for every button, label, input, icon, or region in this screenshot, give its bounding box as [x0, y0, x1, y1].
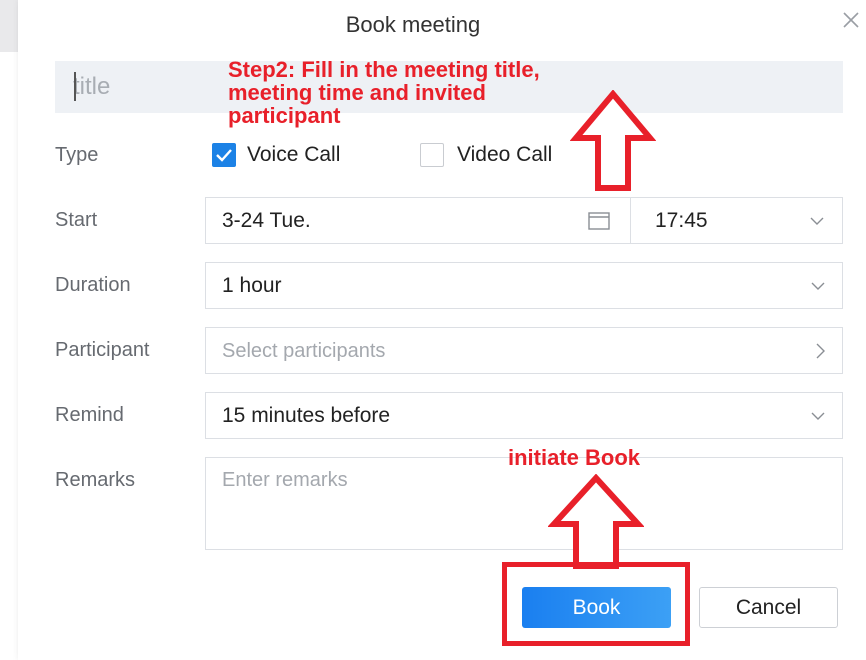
video-call-checkbox[interactable] — [420, 143, 444, 167]
start-date-field[interactable]: 3-24 Tue. — [205, 197, 631, 244]
step2-annotation-line2: meeting time and invited — [228, 80, 486, 105]
participant-placeholder: Select participants — [222, 340, 386, 362]
arrow-up-icon — [570, 90, 656, 191]
voice-call-label[interactable]: Voice Call — [247, 143, 340, 167]
close-icon — [843, 12, 859, 28]
check-icon — [216, 149, 232, 162]
step2-annotation-line1: Step2: Fill in the meeting title, — [228, 57, 540, 82]
start-time-value: 17:45 — [655, 209, 708, 232]
remarks-placeholder: Enter remarks — [222, 469, 348, 491]
participant-label: Participant — [55, 339, 150, 361]
duration-value: 1 hour — [222, 274, 282, 297]
remarks-textarea[interactable]: Enter remarks — [205, 457, 843, 550]
voice-call-checkbox[interactable] — [212, 143, 236, 167]
remind-select[interactable]: 15 minutes before — [205, 392, 843, 439]
type-label: Type — [55, 144, 99, 166]
duration-select[interactable]: 1 hour — [205, 262, 843, 309]
chevron-down-icon — [811, 412, 825, 420]
initiate-book-annotation: initiate Book — [508, 445, 641, 470]
book-button[interactable]: Book — [522, 587, 671, 628]
step2-annotation-line3: participant — [228, 103, 341, 128]
remind-label: Remind — [55, 404, 124, 426]
page: Book meeting Type Voice Call Video Call … — [0, 0, 866, 660]
chevron-down-icon — [811, 282, 825, 290]
remarks-label: Remarks — [55, 469, 136, 491]
text-caret — [74, 72, 76, 101]
start-date-value: 3-24 Tue. — [222, 209, 311, 232]
participant-selector[interactable]: Select participants — [205, 327, 843, 374]
start-time-field[interactable]: 17:45 — [630, 197, 843, 244]
duration-label: Duration — [55, 274, 131, 296]
close-button[interactable] — [839, 8, 863, 32]
arrow-up-icon — [548, 474, 644, 569]
dialog-title: Book meeting — [345, 12, 481, 37]
chevron-down-icon — [810, 217, 824, 225]
cancel-button[interactable]: Cancel — [699, 587, 838, 628]
remind-value: 15 minutes before — [222, 404, 391, 427]
chevron-right-icon — [816, 343, 825, 359]
video-call-label[interactable]: Video Call — [457, 143, 552, 167]
calendar-icon[interactable] — [588, 211, 610, 231]
start-label: Start — [55, 209, 98, 231]
